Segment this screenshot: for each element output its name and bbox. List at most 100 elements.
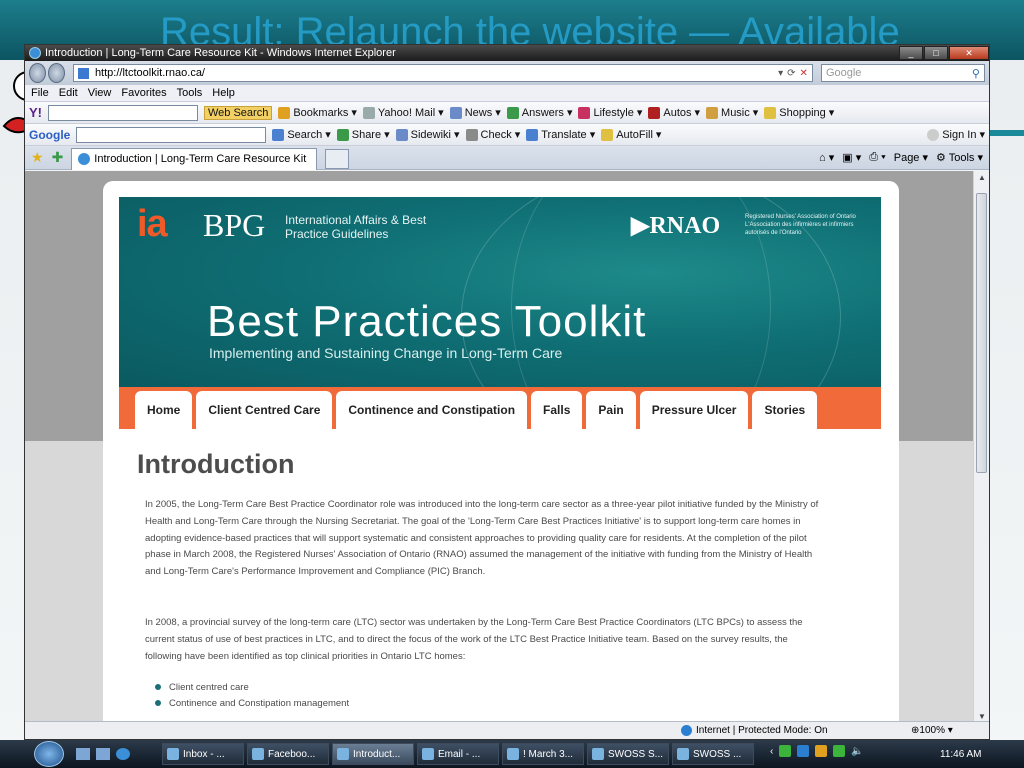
google-logo[interactable]: Google — [29, 128, 70, 142]
nav-stories[interactable]: Stories — [752, 391, 818, 429]
volume-icon[interactable]: 🔈 — [851, 746, 863, 757]
url-field[interactable]: http://ltctoolkit.rnao.ca/ ▾ ⟳ ✕ — [72, 64, 813, 82]
task-facebook[interactable]: Faceboo... — [247, 743, 329, 765]
clock[interactable]: 11:46 AM — [940, 749, 982, 760]
home-icon[interactable]: ⌂ ▾ — [819, 151, 834, 164]
lifestyle-icon — [578, 106, 591, 119]
bpg-subtitle: International Affairs & Best Practice Gu… — [285, 213, 427, 241]
bookmarks-button[interactable]: Bookmarks ▾ — [278, 106, 357, 119]
back-button[interactable] — [29, 63, 46, 83]
lifestyle-button[interactable]: Lifestyle ▾ — [578, 106, 642, 119]
show-desktop-icon[interactable] — [76, 748, 90, 760]
news-button[interactable]: News ▾ — [449, 106, 501, 119]
tray-arrow-icon[interactable]: ‹ — [770, 746, 773, 757]
nav-pressure-ulcer[interactable]: Pressure Ulcer — [639, 391, 749, 429]
task-march[interactable]: ! March 3... — [502, 743, 584, 765]
network-icon[interactable] — [833, 745, 846, 757]
ie-launch-icon[interactable] — [116, 748, 130, 760]
search-input[interactable]: Google ⚲ — [820, 64, 985, 82]
ie-icon — [78, 153, 91, 165]
rnao-logo[interactable]: ▶RNAO — [631, 211, 720, 240]
add-favorites-icon[interactable]: ✚ — [52, 149, 64, 166]
music-icon — [706, 106, 719, 119]
autofill-button[interactable]: AutoFill ▾ — [601, 128, 661, 141]
sidewiki-button[interactable]: Sidewiki ▾ — [395, 128, 460, 141]
bullet-icon — [155, 700, 161, 706]
task-swoss-s[interactable]: SWOSS S... — [587, 743, 669, 765]
search-icon — [272, 128, 285, 141]
window-title: Introduction | Long-Term Care Resource K… — [45, 47, 396, 59]
system-tray: ‹ 🔈 — [770, 745, 864, 757]
yahoo-logo-icon[interactable]: Y! — [29, 105, 42, 120]
menu-tools[interactable]: Tools — [177, 87, 203, 99]
menu-view[interactable]: View — [88, 87, 112, 99]
menu-bar: File Edit View Favorites Tools Help — [25, 85, 989, 102]
yahoo-mail-button[interactable]: Yahoo! Mail ▾ — [362, 106, 444, 119]
status-bar: Internet | Protected Mode: On ⊕100% ▾ — [25, 721, 989, 739]
share-button[interactable]: Share ▾ — [336, 128, 390, 141]
bookmarks-icon — [278, 106, 291, 119]
google-search-input[interactable] — [76, 126, 267, 143]
intro-paragraph-2: In 2008, a provincial survey of the long… — [145, 617, 803, 662]
scroll-up-icon[interactable]: ▲ — [978, 173, 986, 182]
yahoo-search-input[interactable] — [48, 104, 198, 121]
tray-app-icon[interactable] — [797, 745, 810, 757]
vertical-scrollbar[interactable]: ▲ ▼ — [973, 171, 989, 723]
nav-continence-constipation[interactable]: Continence and Constipation — [336, 391, 528, 429]
content-card: ia BPG International Affairs & Best Prac… — [103, 181, 899, 723]
translate-button[interactable]: Translate ▾ — [526, 128, 595, 141]
menu-help[interactable]: Help — [212, 87, 235, 99]
web-search-button[interactable]: Web Search — [204, 105, 273, 120]
google-search-button[interactable]: Search ▾ — [272, 128, 331, 141]
menu-edit[interactable]: Edit — [59, 87, 78, 99]
nav-pain[interactable]: Pain — [586, 391, 636, 429]
title-bar: Introduction | Long-Term Care Resource K… — [25, 45, 989, 61]
page-menu[interactable]: Page ▾ — [894, 151, 928, 164]
zoom-control[interactable]: ⊕100% ▾ — [911, 725, 953, 736]
switch-windows-icon[interactable] — [96, 748, 110, 760]
outlook-icon — [422, 748, 434, 760]
search-icon[interactable]: ⚲ — [972, 67, 984, 80]
tab-introduction[interactable]: Introduction | Long-Term Care Resource K… — [71, 147, 318, 170]
scroll-down-icon[interactable]: ▼ — [978, 712, 986, 721]
autos-button[interactable]: Autos ▾ — [648, 106, 700, 119]
ie-icon — [167, 748, 179, 760]
refresh-icon[interactable]: ⟳ — [787, 68, 795, 79]
ia-logo[interactable]: ia — [137, 203, 168, 246]
browser-window: Introduction | Long-Term Care Resource K… — [24, 44, 990, 740]
nav-falls[interactable]: Falls — [531, 391, 583, 429]
stop-icon[interactable]: ✕ — [800, 68, 808, 79]
new-tab-button[interactable] — [325, 148, 350, 169]
tray-app-icon[interactable] — [779, 745, 792, 757]
menu-favorites[interactable]: Favorites — [121, 87, 166, 99]
nav-home[interactable]: Home — [135, 391, 193, 429]
favorites-star-icon[interactable]: ★ — [31, 149, 44, 166]
dropdown-icon[interactable]: ▾ — [778, 68, 783, 79]
forward-button[interactable] — [47, 63, 65, 83]
ie-icon — [337, 748, 349, 760]
ie-icon — [252, 748, 264, 760]
sign-in-button[interactable]: Sign In ▾ — [927, 128, 989, 141]
tray-app-icon[interactable] — [815, 745, 828, 757]
maximize-button[interactable]: □ — [924, 46, 948, 60]
check-button[interactable]: Check ▾ — [465, 128, 520, 141]
feeds-icon[interactable]: ▣ ▾ — [842, 151, 861, 164]
security-zone[interactable]: Internet | Protected Mode: On — [681, 725, 828, 736]
print-icon[interactable]: ⎙ ▾ — [869, 151, 885, 164]
tools-menu[interactable]: ⚙ Tools ▾ — [936, 151, 983, 164]
task-swoss[interactable]: SWOSS ... — [672, 743, 754, 765]
task-introduction[interactable]: Introduct... — [332, 743, 414, 765]
close-button[interactable]: ✕ — [949, 46, 989, 60]
zone-text: Internet | Protected Mode: On — [696, 725, 828, 736]
task-inbox[interactable]: Inbox - ... — [162, 743, 244, 765]
bpg-logo[interactable]: BPG — [203, 207, 265, 244]
menu-file[interactable]: File — [31, 87, 49, 99]
task-email[interactable]: Email - ... — [417, 743, 499, 765]
minimize-button[interactable]: _ — [899, 46, 923, 60]
music-button[interactable]: Music ▾ — [706, 106, 758, 119]
shopping-button[interactable]: Shopping ▾ — [764, 106, 834, 119]
nav-client-centred-care[interactable]: Client Centred Care — [196, 391, 333, 429]
start-button[interactable] — [34, 741, 64, 767]
answers-button[interactable]: Answers ▾ — [506, 106, 572, 119]
scrollbar-thumb[interactable] — [976, 193, 987, 473]
